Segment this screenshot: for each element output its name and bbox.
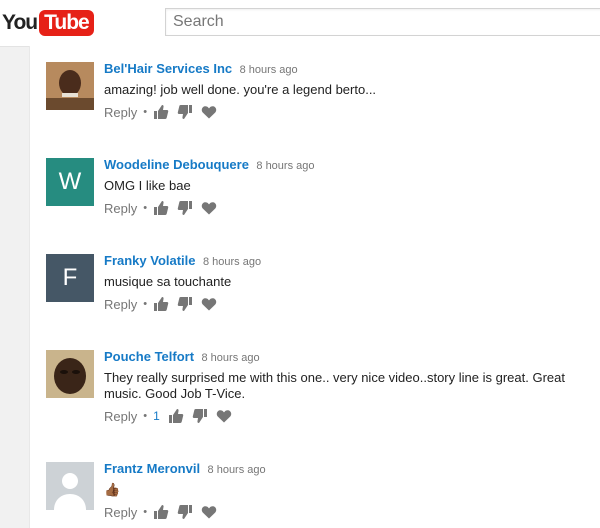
- search-box[interactable]: [165, 8, 600, 36]
- comment-text: OMG I like bae: [104, 178, 191, 193]
- comment-text: 👍🏾: [104, 482, 121, 497]
- separator-dot: •: [143, 298, 148, 310]
- heart-icon[interactable]: [201, 296, 217, 312]
- logo-tube-text: Tube: [39, 10, 94, 36]
- reply-button[interactable]: Reply: [104, 105, 137, 120]
- thumbs-up-icon[interactable]: [153, 504, 169, 520]
- comment-author[interactable]: Franky Volatile: [104, 253, 196, 268]
- thumbs-down-icon[interactable]: [177, 296, 193, 312]
- thumbs-up-icon[interactable]: [153, 200, 169, 216]
- comment-author[interactable]: Frantz Meronvil: [104, 461, 200, 476]
- comment-actions: Reply •: [104, 296, 600, 312]
- avatar-photo: [46, 350, 94, 398]
- comment-actions: Reply •: [104, 104, 600, 120]
- comment-time[interactable]: 8 hours ago: [203, 256, 261, 268]
- avatar-letter: F: [46, 254, 94, 302]
- comment-actions: Reply •: [104, 200, 600, 216]
- thumbs-down-icon[interactable]: [192, 408, 208, 424]
- comment-time[interactable]: 8 hours ago: [256, 160, 314, 172]
- heart-icon[interactable]: [201, 504, 217, 520]
- avatar[interactable]: [46, 62, 94, 110]
- avatar-letter: W: [46, 158, 94, 206]
- heart-icon[interactable]: [201, 104, 217, 120]
- comment-time[interactable]: 8 hours ago: [240, 64, 298, 76]
- search-input[interactable]: [166, 9, 600, 35]
- thumbs-up-icon[interactable]: [153, 104, 169, 120]
- thumbs-up-icon[interactable]: [168, 408, 184, 424]
- heart-icon[interactable]: [216, 408, 232, 424]
- top-bar: You Tube: [0, 0, 600, 47]
- comments-panel: Bel'Hair Services Inc 8 hours ago amazin…: [29, 46, 600, 528]
- comment-author[interactable]: Bel'Hair Services Inc: [104, 61, 232, 76]
- default-avatar-icon: [46, 462, 94, 510]
- avatar[interactable]: [46, 462, 94, 510]
- avatar[interactable]: W: [46, 158, 94, 206]
- logo-you-text: You: [2, 11, 38, 34]
- avatar[interactable]: [46, 350, 94, 398]
- comment-text: musique sa touchante: [104, 274, 232, 289]
- reply-button[interactable]: Reply: [104, 201, 137, 216]
- avatar[interactable]: F: [46, 254, 94, 302]
- separator-dot: •: [143, 106, 148, 118]
- comment-time[interactable]: 8 hours ago: [202, 352, 260, 364]
- thumbs-up-icon[interactable]: [153, 296, 169, 312]
- thumbs-down-icon[interactable]: [177, 200, 193, 216]
- reply-button[interactable]: Reply: [104, 297, 137, 312]
- thumbs-down-icon[interactable]: [177, 504, 193, 520]
- reply-button[interactable]: Reply: [104, 505, 137, 520]
- comment-text: amazing! job well done. you're a legend …: [104, 82, 377, 97]
- separator-dot: •: [143, 202, 148, 214]
- separator-dot: •: [143, 506, 148, 518]
- heart-icon[interactable]: [201, 200, 217, 216]
- reply-button[interactable]: Reply: [104, 409, 137, 424]
- avatar-photo: [46, 62, 94, 110]
- comment-actions: Reply •: [104, 504, 600, 520]
- separator-dot: •: [143, 410, 148, 422]
- youtube-logo[interactable]: You Tube: [2, 10, 94, 36]
- comment-text: They really surprised me with this one..…: [104, 370, 565, 401]
- comment-time[interactable]: 8 hours ago: [208, 464, 266, 476]
- thumbs-down-icon[interactable]: [177, 104, 193, 120]
- comment-author[interactable]: Pouche Telfort: [104, 349, 194, 364]
- comment-author[interactable]: Woodeline Debouquere: [104, 157, 249, 172]
- comment-actions: Reply • 1: [104, 408, 600, 424]
- like-count: 1: [153, 409, 160, 423]
